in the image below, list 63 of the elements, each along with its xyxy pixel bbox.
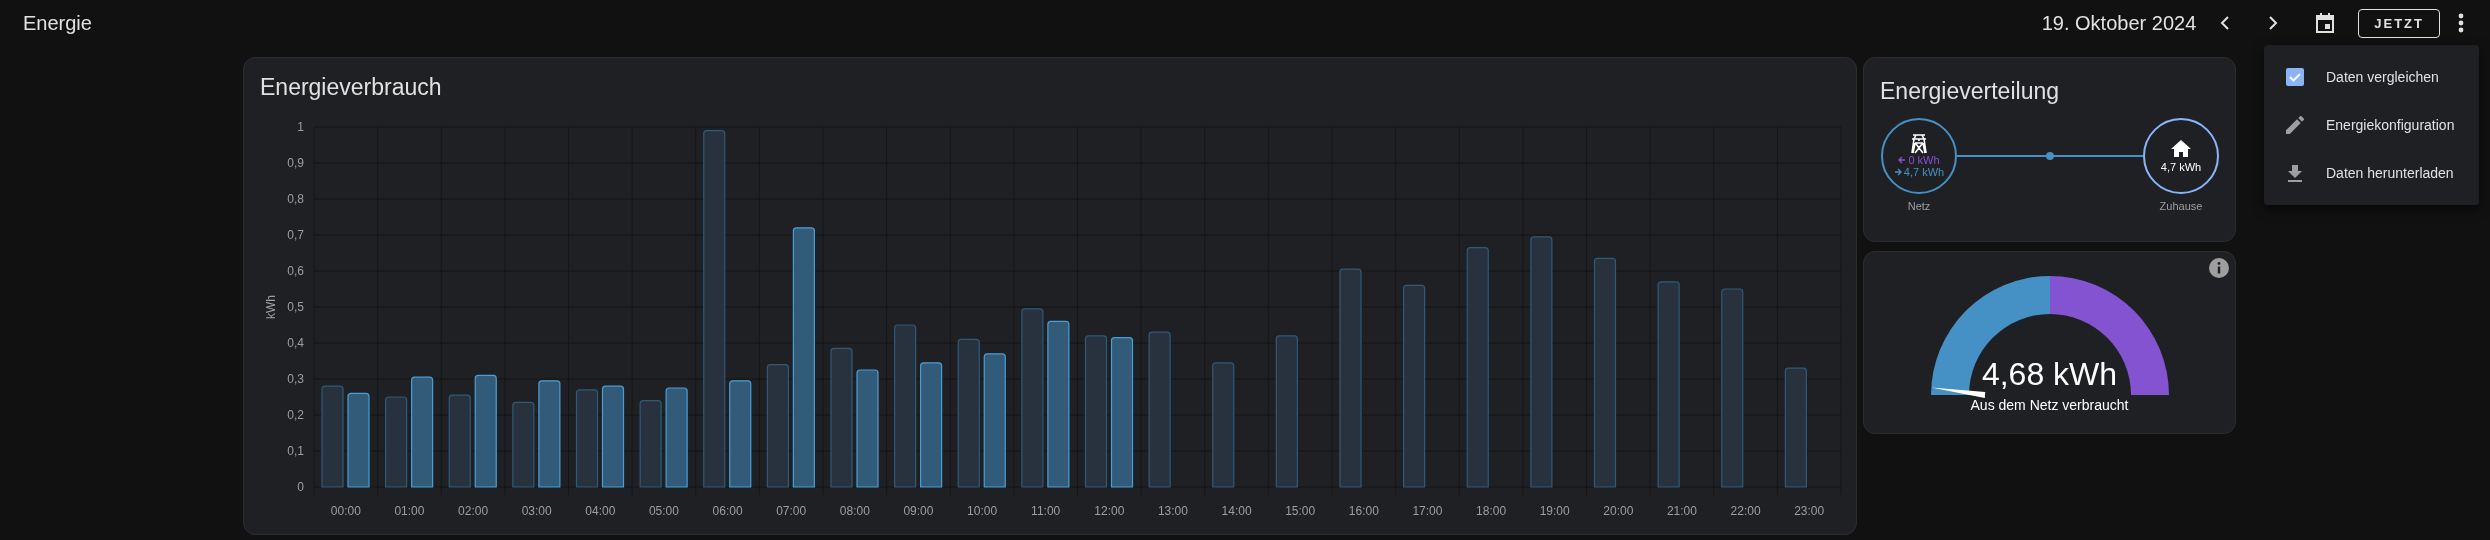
axis-tick-label: 0,4 — [287, 336, 304, 350]
checkbox[interactable] — [2286, 68, 2304, 86]
page-title: Energie — [23, 11, 92, 35]
axis-tick-label: 0,1 — [287, 444, 304, 458]
axis-tick-label: 0 — [297, 480, 304, 494]
axis-tick-label: 0,8 — [287, 192, 304, 206]
axis-tick-label: 0,6 — [287, 264, 304, 278]
card-title: Energieverbrauch — [259, 74, 443, 102]
house-icon — [2171, 139, 2191, 157]
info-icon[interactable] — [2209, 258, 2229, 278]
chevron-right-icon — [2268, 16, 2279, 30]
consumed-energy-label: 4,7 kWh — [1903, 166, 1945, 178]
chevron-left-icon — [2220, 16, 2231, 30]
node-label: Netz — [1907, 200, 1931, 212]
menu-item[interactable]: Daten vergleichen — [2264, 53, 2479, 101]
axis-tick-label: 19:00 — [1539, 504, 1570, 518]
axis-tick-label: 06:00 — [712, 504, 743, 518]
axis-tick-label: 12:00 — [1094, 504, 1125, 518]
more-icon — [2458, 13, 2464, 33]
axis-tick-label: 00:00 — [330, 504, 361, 518]
menu-item[interactable]: Energiekonfiguration — [2264, 101, 2479, 149]
gauge-label: Aus dem Netz verbraucht — [1970, 397, 2129, 413]
date-label: 19. Oktober 2024 — [2041, 11, 2197, 35]
axis-tick-label: 0,2 — [287, 408, 304, 422]
axis-tick-label: 0,5 — [287, 300, 304, 314]
axis-tick-label: 16:00 — [1348, 504, 1379, 518]
gauge-value: 4,68 kWh — [1981, 356, 2118, 393]
axis-tick-label: 23:00 — [1794, 504, 1825, 518]
axis-tick-label: 22:00 — [1730, 504, 1761, 518]
axis-tick-label: 0,9 — [287, 156, 304, 170]
axis-tick-label: 17:00 — [1412, 504, 1443, 518]
axis-tick-label: 0,7 — [287, 228, 304, 242]
axis-tick-label: 1 — [297, 120, 304, 134]
axis-tick-label: 01:00 — [394, 504, 425, 518]
node-label: Zuhause — [2159, 200, 2203, 212]
axis-tick-label: 21:00 — [1666, 504, 1697, 518]
axis-title: kWh — [264, 295, 278, 319]
axis-tick-label: 18:00 — [1476, 504, 1507, 518]
axis-tick-label: 10:00 — [967, 504, 998, 518]
axis-tick-label: 09:00 — [903, 504, 934, 518]
now-button[interactable]: JETZT — [2358, 8, 2440, 38]
arrow-right-icon — [1893, 168, 1902, 176]
home-energy-label: 4,7 kWh — [2160, 160, 2202, 173]
card-title: Energieverteilung — [1879, 78, 2060, 106]
arrow-left-icon — [1898, 156, 1907, 164]
axis-tick-label: 14:00 — [1221, 504, 1252, 518]
pencil-icon — [2286, 116, 2304, 134]
axis-tick-label: 20:00 — [1603, 504, 1634, 518]
axis-tick-label: 03:00 — [521, 504, 552, 518]
axis-tick-label: 02:00 — [458, 504, 489, 518]
download-icon — [2288, 164, 2302, 182]
axis-tick-label: 05:00 — [648, 504, 679, 518]
calendar-icon — [2316, 13, 2335, 33]
axis-tick-label: 08:00 — [839, 504, 870, 518]
axis-tick-label: 07:00 — [776, 504, 807, 518]
axis-tick-label: 11:00 — [1031, 504, 1061, 518]
power-tower-icon — [1911, 134, 1927, 154]
axis-tick-label: 04:00 — [585, 504, 616, 518]
axis-tick-label: 0,3 — [287, 372, 304, 386]
menu-item[interactable]: Daten herunterladen — [2264, 149, 2479, 197]
returned-energy-label: 0 kWh — [1908, 154, 1940, 166]
axis-tick-label: 15:00 — [1285, 504, 1316, 518]
axis-tick-label: 13:00 — [1157, 504, 1188, 518]
